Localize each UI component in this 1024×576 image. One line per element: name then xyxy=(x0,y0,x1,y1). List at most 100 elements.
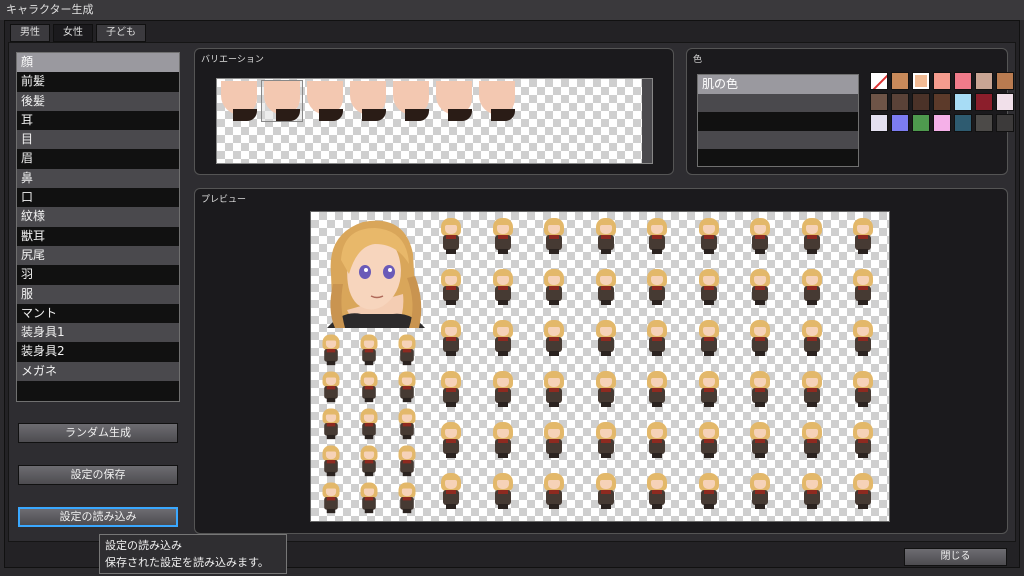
color-swatch-none[interactable] xyxy=(870,72,888,90)
tooltip-description: 保存された設定を読み込みます。 xyxy=(105,556,269,569)
character-sprite xyxy=(847,369,879,407)
character-sprite xyxy=(744,369,776,407)
character-sprite xyxy=(796,471,828,509)
color-swatch[interactable] xyxy=(975,114,993,132)
character-sprite xyxy=(538,216,570,254)
character-sprite xyxy=(693,216,725,254)
character-sprite xyxy=(641,471,673,509)
character-sprite xyxy=(317,407,344,440)
character-sprite xyxy=(393,481,420,514)
color-swatch[interactable] xyxy=(954,93,972,111)
color-swatch[interactable] xyxy=(933,114,951,132)
variation-face-2[interactable] xyxy=(261,80,303,122)
character-sprite xyxy=(693,318,725,356)
variation-face-6[interactable] xyxy=(434,81,474,121)
character-sprite xyxy=(590,420,622,458)
tab-child[interactable]: 子ども xyxy=(96,24,146,42)
parts-list[interactable]: 顔 前髪 後髪 耳 目 眉 鼻 口 紋様 獣耳 尻尾 羽 服 マント 装身具1 … xyxy=(16,52,180,402)
character-sprite xyxy=(317,333,344,366)
character-sprite xyxy=(393,370,420,403)
character-sprite xyxy=(538,318,570,356)
variation-strip[interactable] xyxy=(216,78,653,164)
load-settings-button[interactable]: 設定の読み込み xyxy=(18,507,178,527)
character-sprite xyxy=(693,369,725,407)
variation-face-3[interactable] xyxy=(305,81,345,121)
window-title: キャラクター生成 xyxy=(0,0,1024,20)
part-item-cloak[interactable]: マント xyxy=(17,303,179,324)
part-item-tail[interactable]: 尻尾 xyxy=(17,245,179,266)
character-sprite xyxy=(317,481,344,514)
character-sprite xyxy=(744,318,776,356)
variation-scrollbar[interactable] xyxy=(642,79,652,163)
part-item-clothing[interactable]: 服 xyxy=(17,284,179,304)
character-sprite xyxy=(435,267,467,305)
part-item-eyes[interactable]: 目 xyxy=(17,130,179,150)
color-swatch[interactable] xyxy=(933,93,951,111)
variation-panel-title: バリエーション xyxy=(201,55,264,65)
color-swatch[interactable] xyxy=(975,72,993,90)
color-swatch[interactable] xyxy=(996,93,1014,111)
random-generate-button[interactable]: ランダム生成 xyxy=(18,423,178,443)
character-sprite xyxy=(590,318,622,356)
preview-panel-title: プレビュー xyxy=(201,195,247,205)
tab-male[interactable]: 男性 xyxy=(10,24,50,42)
color-swatch[interactable] xyxy=(954,72,972,90)
color-item-skin[interactable]: 肌の色 xyxy=(698,75,858,94)
part-item-beast-ears[interactable]: 獣耳 xyxy=(17,226,179,246)
color-swatch[interactable] xyxy=(870,114,888,132)
color-swatch[interactable] xyxy=(996,114,1014,132)
color-swatch[interactable] xyxy=(996,72,1014,90)
color-swatch[interactable] xyxy=(891,72,909,90)
tab-female[interactable]: 女性 xyxy=(53,24,93,42)
color-swatch[interactable] xyxy=(912,93,930,111)
character-sprite xyxy=(847,318,879,356)
tooltip-title: 設定の読み込み xyxy=(105,539,182,552)
variation-face-7[interactable] xyxy=(477,81,517,121)
character-sprite xyxy=(487,420,519,458)
color-swatch[interactable] xyxy=(954,114,972,132)
part-item-accessory-1[interactable]: 装身具1 xyxy=(17,323,179,343)
part-item-nose[interactable]: 鼻 xyxy=(17,168,179,189)
save-settings-button[interactable]: 設定の保存 xyxy=(18,465,178,485)
color-swatch[interactable] xyxy=(912,72,930,90)
color-swatch[interactable] xyxy=(891,114,909,132)
part-item-pattern[interactable]: 紋様 xyxy=(17,207,179,227)
color-swatch[interactable] xyxy=(891,93,909,111)
color-swatch[interactable] xyxy=(975,93,993,111)
character-sprite xyxy=(796,216,828,254)
character-sprite xyxy=(590,369,622,407)
color-swatch[interactable] xyxy=(912,114,930,132)
character-sprite xyxy=(796,420,828,458)
variation-face-5[interactable] xyxy=(391,81,431,121)
part-item-face[interactable]: 顔 xyxy=(17,53,179,73)
part-item-front-hair[interactable]: 前髪 xyxy=(17,72,179,92)
character-sprite xyxy=(744,267,776,305)
color-list-row xyxy=(698,130,858,150)
part-item-glasses[interactable]: メガネ xyxy=(17,361,179,382)
character-sprite xyxy=(538,369,570,407)
gender-tabs: 男性 女性 子ども xyxy=(10,24,146,42)
color-swatch[interactable] xyxy=(870,93,888,111)
part-item-wings[interactable]: 羽 xyxy=(17,265,179,285)
part-item-accessory-2[interactable]: 装身具2 xyxy=(17,342,179,362)
part-item-mouth[interactable]: 口 xyxy=(17,188,179,208)
character-sprite xyxy=(744,420,776,458)
character-sprite xyxy=(796,267,828,305)
variation-face-4[interactable] xyxy=(348,81,388,121)
character-sprite xyxy=(796,369,828,407)
close-button[interactable]: 閉じる xyxy=(904,548,1007,566)
part-item-eyebrows[interactable]: 眉 xyxy=(17,149,179,169)
character-sprite xyxy=(744,216,776,254)
color-target-list[interactable]: 肌の色 xyxy=(697,74,859,167)
color-list-row xyxy=(698,93,858,113)
variation-face-1[interactable] xyxy=(219,81,259,121)
part-item-rear-hair[interactable]: 後髪 xyxy=(17,91,179,111)
character-sprite xyxy=(487,216,519,254)
color-swatch[interactable] xyxy=(933,72,951,90)
preview-canvas xyxy=(310,211,890,522)
character-portrait xyxy=(313,214,429,328)
character-sprite xyxy=(641,216,673,254)
character-sprite xyxy=(435,369,467,407)
character-sprite xyxy=(538,420,570,458)
part-item-ears[interactable]: 耳 xyxy=(17,110,179,131)
